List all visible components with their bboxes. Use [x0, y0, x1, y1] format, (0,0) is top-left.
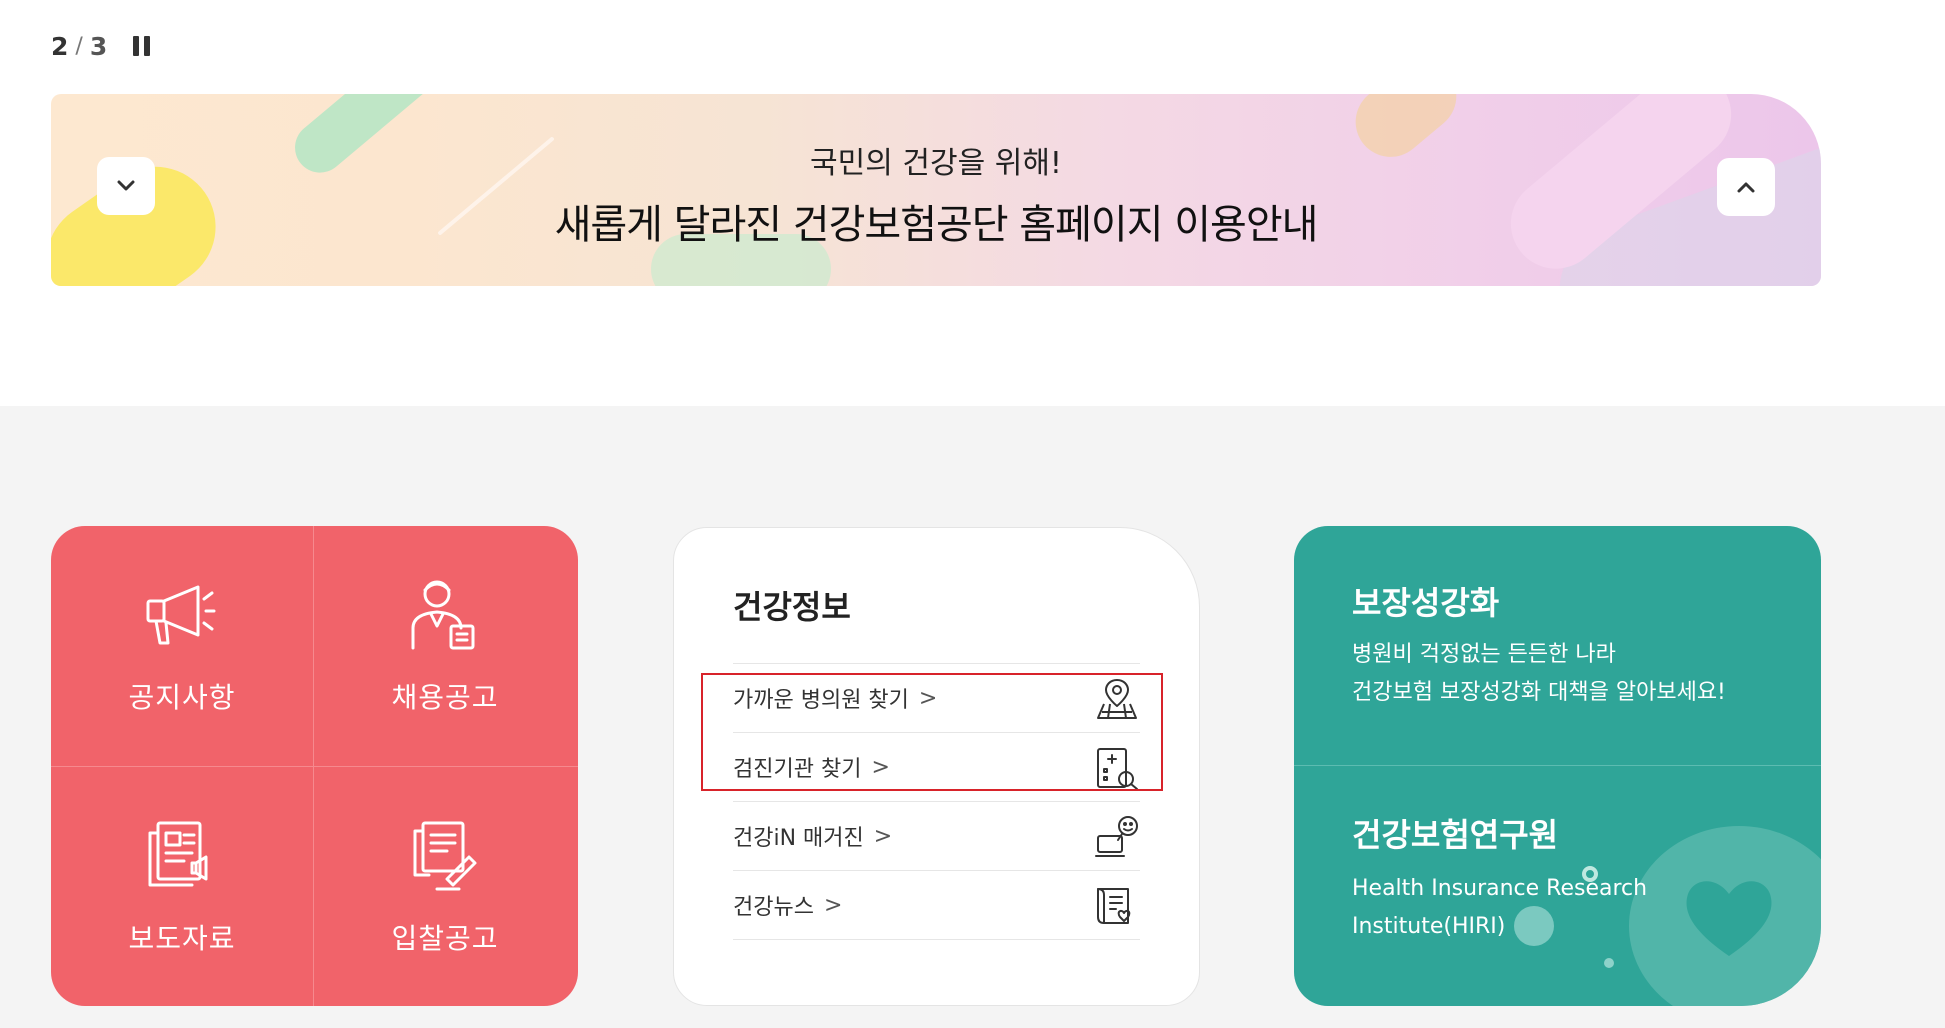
pager-separator: /: [75, 34, 83, 59]
institute-desc: Health Insurance Research Institute(HIRI…: [1352, 876, 1648, 939]
chevron-right-icon: >: [873, 823, 893, 849]
list-item-label: 건강뉴스: [733, 895, 814, 920]
coverage-line-2: 건강보험 보장성강화 대책을 알아보세요!: [1352, 680, 1726, 705]
heart-bubble-icon: [1686, 881, 1772, 956]
quick-menu-label: 입찰공고: [391, 922, 499, 955]
pager-current: 2: [51, 32, 69, 61]
health-info-item-hospital[interactable]: 가까운 병의원 찾기 >: [733, 664, 1140, 733]
health-info-item-checkup[interactable]: 검진기관 찾기 >: [733, 733, 1140, 802]
health-info-item-news[interactable]: 건강뉴스 >: [733, 871, 1140, 940]
recruit-person-icon: [405, 576, 485, 652]
list-item-label: 건강iN 매거진: [733, 826, 864, 851]
main-banner[interactable]: 국민의 건강을 위해! 새롭게 달라진 건강보험공단 홈페이지 이용안내: [51, 94, 1821, 286]
chevron-right-icon: >: [871, 754, 890, 780]
quick-menu-label: 채용공고: [391, 681, 499, 714]
hospital-search-icon: [1097, 748, 1138, 790]
banner-subtitle: 국민의 건강을 위해!: [810, 146, 1062, 181]
megaphone-icon: [142, 576, 222, 652]
chevron-up-icon: [1737, 182, 1755, 193]
banner-expand-button[interactable]: [1717, 158, 1775, 216]
quick-menu-bid[interactable]: 입찰공고: [314, 767, 576, 1006]
press-release-icon: [142, 817, 222, 893]
quick-menu-label: 공지사항: [128, 681, 236, 714]
news-heart-icon: [1097, 888, 1131, 924]
slide-pager: 2 / 3: [51, 32, 153, 61]
health-info-item-magazine[interactable]: 건강iN 매거진 >: [733, 802, 1140, 871]
institute-title: 건강보험연구원: [1352, 816, 1559, 854]
chevron-right-icon: >: [823, 892, 843, 918]
coverage-link[interactable]: 보장성강화 병원비 걱정없는 든든한 나라 건강보험 보장성강화 대책을 알아보…: [1352, 578, 1726, 712]
list-item-label: 가까운 병의원 찾기: [733, 688, 909, 713]
banner-title: 새롭게 달라진 건강보험공단 홈페이지 이용안내: [554, 202, 1319, 248]
list-item-label: 검진기관 찾기: [733, 757, 862, 782]
quick-menu-label: 보도자료: [128, 922, 236, 955]
coverage-title: 보장성강화: [1352, 584, 1500, 622]
pause-button[interactable]: [133, 35, 153, 58]
map-pin-icon: [1097, 679, 1137, 719]
chevron-down-icon: [117, 180, 135, 191]
health-info-card: 건강정보 가까운 병의원 찾기 > 검진기관 찾기 > 건강iN 매거진 > 건…: [673, 527, 1200, 1006]
promo-card: 보장성강화 병원비 걱정없는 든든한 나라 건강보험 보장성강화 대책을 알아보…: [1294, 526, 1821, 1006]
health-info-title: 건강정보: [733, 588, 851, 626]
quick-menu-notice[interactable]: 공지사항: [51, 526, 313, 766]
banner-collapse-button[interactable]: [97, 157, 155, 215]
pager-total: 3: [89, 32, 108, 61]
magazine-laptop-icon: [1095, 816, 1138, 857]
quick-menu-press[interactable]: 보도자료: [51, 767, 313, 1006]
quick-menu-card: 공지사항 채용공고 보도자료 입찰공고: [51, 526, 578, 1006]
quick-menu-recruit[interactable]: 채용공고: [314, 526, 576, 766]
bid-document-icon: [405, 817, 485, 893]
health-info-list: 가까운 병의원 찾기 > 검진기관 찾기 > 건강iN 매거진 > 건강뉴스 >: [733, 663, 1140, 940]
chevron-right-icon: >: [918, 685, 938, 711]
institute-link[interactable]: 건강보험연구원 Health Insurance Research Instit…: [1352, 810, 1652, 946]
coverage-line-1: 병원비 걱정없는 든든한 나라: [1352, 642, 1616, 667]
